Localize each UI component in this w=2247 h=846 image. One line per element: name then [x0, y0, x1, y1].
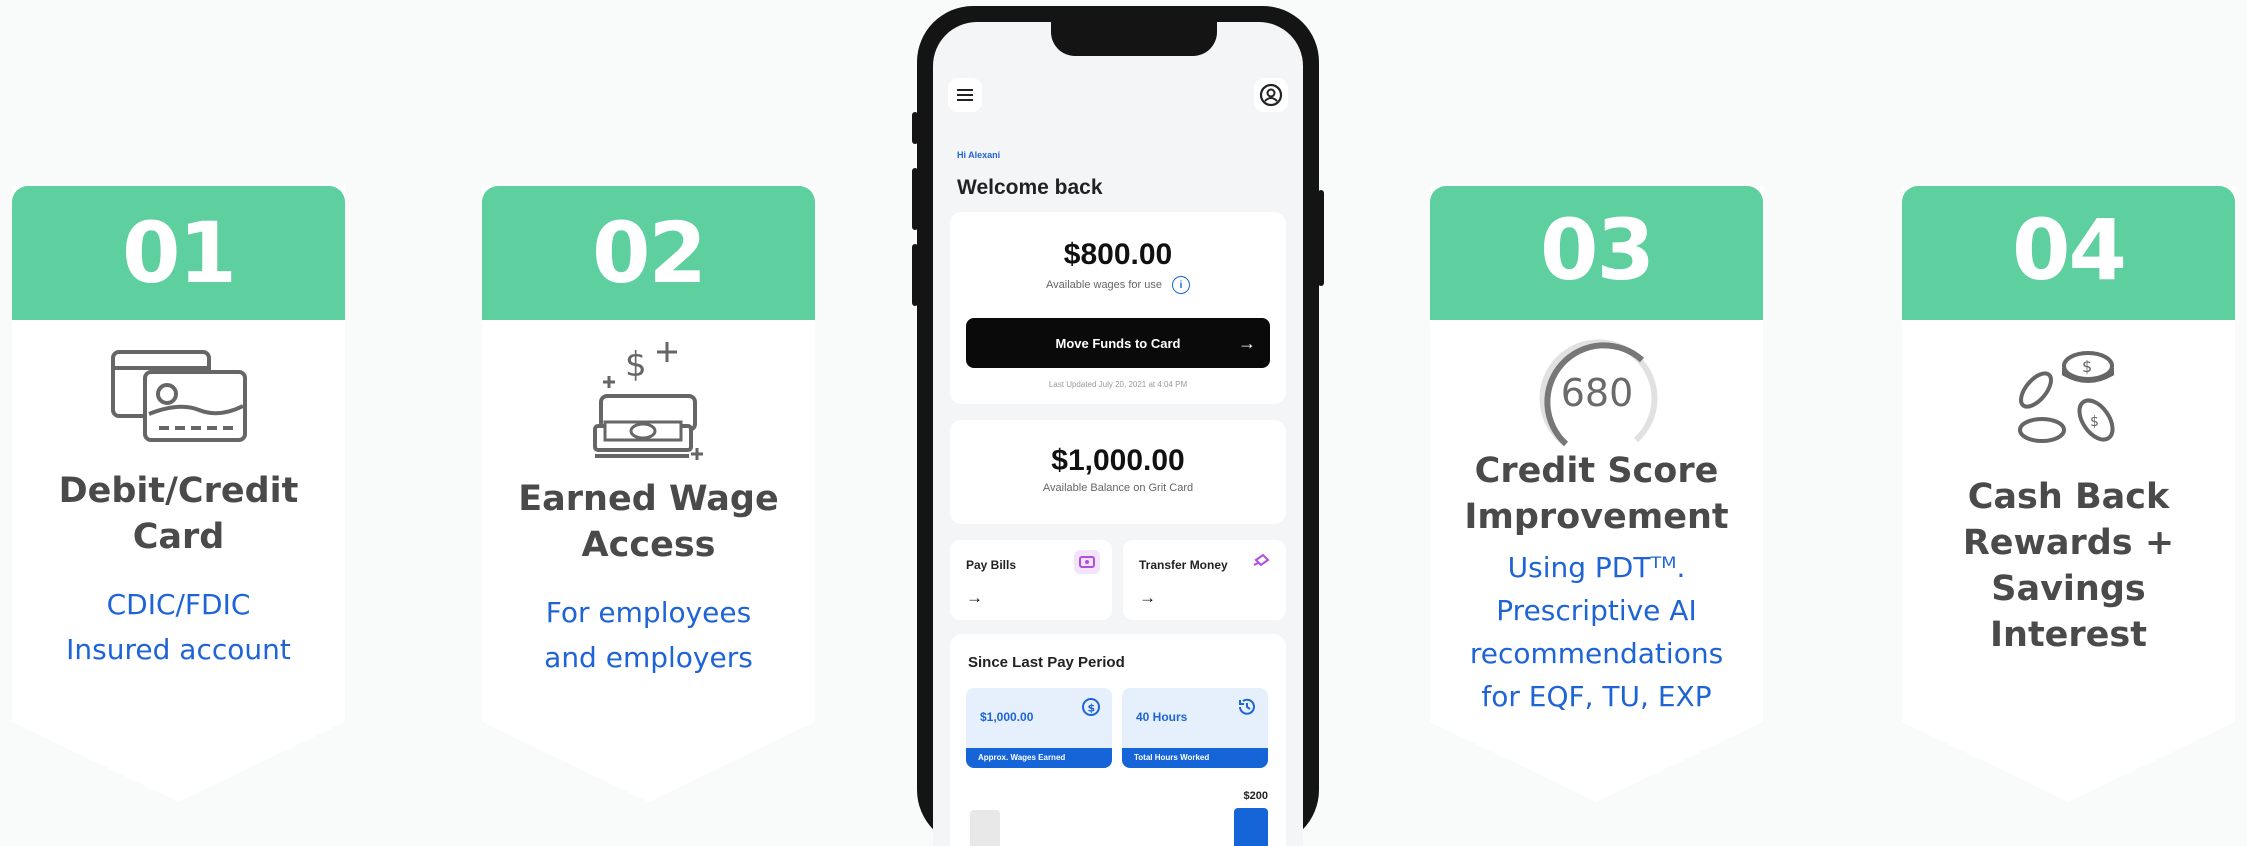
grit-card-balance-panel: $1,000.00 Available Balance on Grit Card: [950, 420, 1286, 524]
pay-period-title: Since Last Pay Period: [968, 654, 1125, 671]
phone-mockup: Hi Alexani Welcome back $800.00 Availabl…: [917, 6, 1319, 846]
arrow-right-icon: →: [966, 588, 983, 607]
feature-description: For employees and employers: [544, 596, 753, 674]
wages-amount: $800.00: [1063, 238, 1173, 271]
feature-number-banner: 02: [482, 186, 815, 320]
available-wages-panel: $800.00 Available wages for use i Move F…: [950, 212, 1286, 404]
feature-title: Earned Wage Access: [518, 479, 779, 565]
feature-number-banner: 03: [1430, 186, 1763, 320]
feature-number-banner: 04: [1902, 186, 2235, 320]
arrow-right-icon: →: [1139, 588, 1156, 607]
welcome-heading: Welcome back: [957, 176, 1103, 199]
feature-number-banner: 01: [12, 186, 345, 320]
feature-number: 03: [1540, 201, 1655, 299]
wages-earned-stat: $1,000.00 $ Approx. Wages Earned: [966, 688, 1112, 768]
menu-icon[interactable]: [948, 78, 982, 112]
chart-bar-blue: [1234, 808, 1268, 846]
wages-earned-label: Approx. Wages Earned: [966, 748, 1112, 768]
chart-max-label: $200: [1243, 790, 1268, 802]
pay-bills-card[interactable]: Pay Bills →: [950, 540, 1112, 620]
hours-worked-label: Total Hours Worked: [1122, 748, 1268, 768]
feature-card-cash-back: 04 $ $ Cash Back Rewards + Savings Inter…: [1902, 186, 2235, 802]
profile-icon[interactable]: [1254, 78, 1288, 112]
money-dispense-icon: $: [592, 342, 703, 460]
move-funds-label: Move Funds to Card: [1055, 335, 1181, 351]
feature-title: Cash Back Rewards + Savings Interest: [1962, 477, 2175, 655]
coins-icon: $ $: [2017, 351, 2115, 443]
arrow-right-icon: →: [1238, 332, 1256, 353]
svg-text:$: $: [2090, 414, 2099, 430]
transfer-icon: [1248, 550, 1274, 574]
feature-card-credit-score: 03 680 Credit Score Improvement Using PD…: [1430, 186, 1763, 802]
feature-card-debit-credit: 01 Debit/Credit Card CDIC/FDIC Insured a…: [12, 186, 345, 802]
transfer-money-label: Transfer Money: [1139, 558, 1228, 572]
feature-title: Credit Score Improvement: [1464, 451, 1729, 537]
feature-description: CDIC/FDIC Insured account: [66, 588, 291, 666]
feature-number: 01: [122, 204, 237, 302]
feature-card-earned-wage: 02 $ Earned Wage Access For employees an…: [482, 186, 815, 802]
balance-caption: Available Balance on Grit Card: [1042, 482, 1194, 494]
dollar-circle-icon: $: [1080, 696, 1102, 718]
credit-gauge-icon: 680: [1539, 339, 1657, 447]
clock-history-icon: [1236, 696, 1258, 718]
feature-number: 02: [592, 204, 707, 302]
chart-bar-gray: [970, 810, 1000, 846]
hours-worked-value: 40 Hours: [1136, 710, 1188, 724]
user-greeting: Hi Alexani: [957, 150, 1001, 160]
hours-worked-stat: 40 Hours Total Hours Worked: [1122, 688, 1268, 768]
balance-amount: $1,000.00: [1051, 444, 1185, 477]
feature-description: Using PDTᵀᴹ. Prescriptive AI recommendat…: [1469, 551, 1724, 713]
wages-caption: Available wages for use: [1046, 279, 1162, 291]
svg-text:$: $: [1088, 702, 1096, 715]
gauge-value: 680: [1560, 371, 1633, 415]
credit-cards-icon: [110, 350, 247, 442]
feature-number: 04: [2012, 201, 2127, 299]
svg-text:$: $: [2082, 357, 2092, 376]
svg-text:$: $: [625, 345, 647, 385]
phone-screen: Hi Alexani Welcome back $800.00 Availabl…: [933, 22, 1303, 846]
info-icon[interactable]: i: [1171, 276, 1190, 294]
move-funds-button[interactable]: Move Funds to Card →: [966, 318, 1270, 368]
pay-period-panel: Since Last Pay Period $1,000.00 $ Approx…: [950, 634, 1286, 846]
pay-bills-label: Pay Bills: [966, 558, 1017, 572]
feature-title: Debit/Credit Card: [58, 471, 299, 557]
wages-earned-value: $1,000.00: [980, 710, 1034, 724]
bill-icon: [1074, 550, 1100, 574]
last-updated-text: Last Updated July 20, 2021 at 4:04 PM: [1048, 380, 1188, 389]
phone-notch: [1051, 22, 1217, 56]
transfer-money-card[interactable]: Transfer Money →: [1123, 540, 1286, 620]
